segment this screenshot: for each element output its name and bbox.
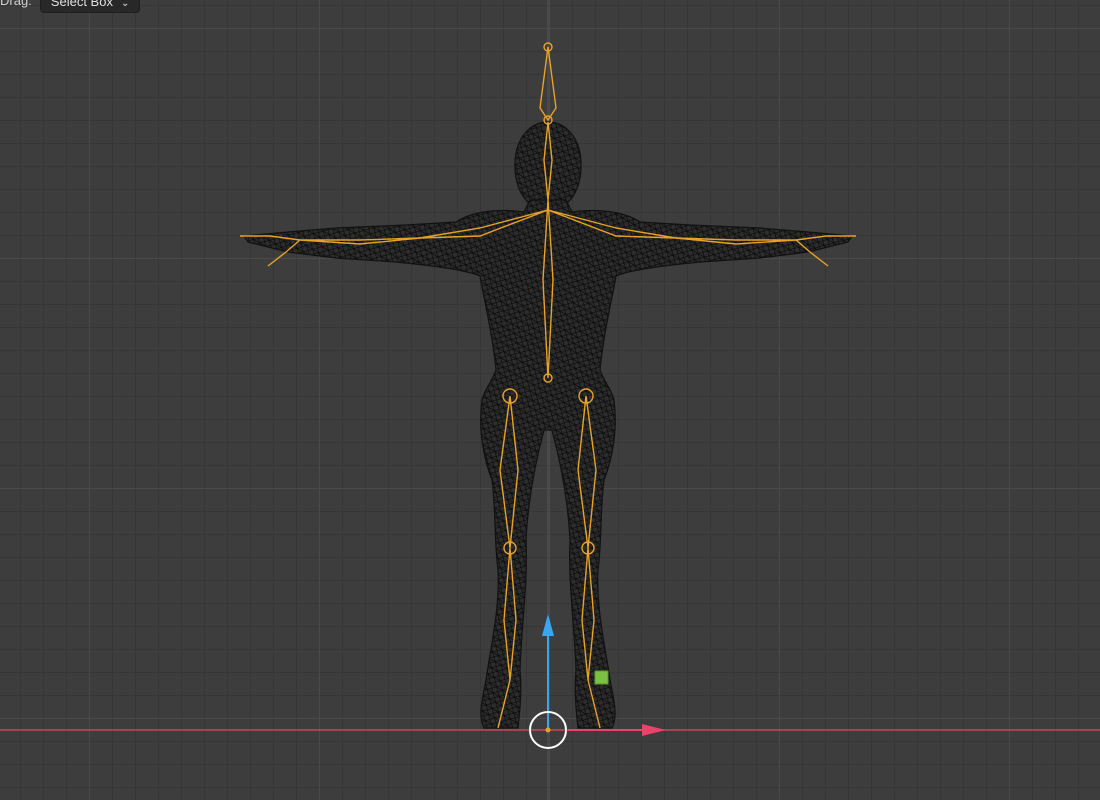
- scale-handle-icon: [594, 670, 609, 685]
- scene-canvas[interactable]: [0, 0, 1100, 800]
- axis-arrow-right-icon: [642, 724, 666, 736]
- 3d-viewport[interactable]: Drag: Select Box ⌄: [0, 0, 1100, 800]
- axis-arrow-up-icon: [542, 614, 554, 636]
